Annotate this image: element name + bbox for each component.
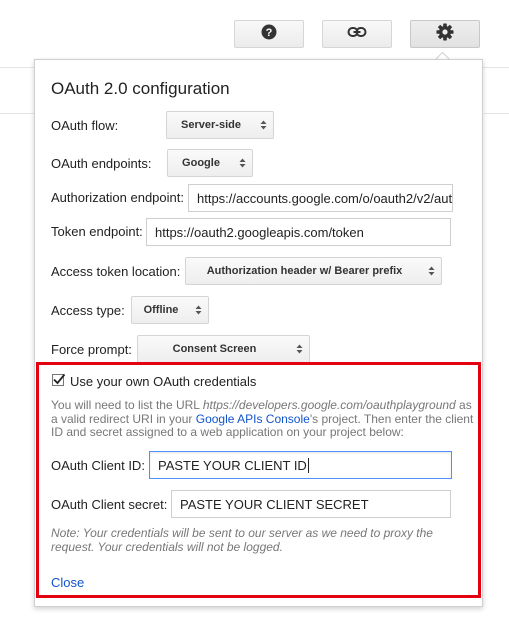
panel-title: OAuth 2.0 configuration — [51, 79, 230, 98]
svg-text:?: ? — [266, 27, 273, 39]
settings-button[interactable] — [410, 20, 480, 48]
client-id-label: OAuth Client ID: — [51, 458, 145, 473]
access-token-location-select[interactable]: Authorization header w/ Bearer prefix — [185, 257, 442, 285]
access-token-location-value: Authorization header w/ Bearer prefix — [206, 265, 403, 277]
token-endpoint-input[interactable]: https://oauth2.googleapis.com/token — [146, 218, 451, 246]
access-token-location-label: Access token location: — [51, 264, 181, 279]
gear-icon — [436, 23, 454, 46]
google-apis-console-link[interactable]: Google APIs Console — [196, 412, 310, 426]
help-text-prefix: You will need to list the URL — [51, 398, 203, 412]
use-own-credentials-checkbox[interactable] — [52, 373, 66, 386]
access-type-select[interactable]: Offline — [131, 296, 209, 324]
client-secret-label: OAuth Client secret: — [51, 497, 168, 512]
select-arrows-icon — [428, 266, 435, 276]
select-arrows-icon — [296, 344, 303, 354]
oauth-flow-label: OAuth flow: — [51, 118, 119, 133]
client-id-input[interactable]: PASTE YOUR CLIENT ID — [149, 451, 452, 479]
authorization-endpoint-input[interactable]: https://accounts.google.com/o/oauth2/v2/… — [188, 184, 453, 212]
token-endpoint-value: https://oauth2.googleapis.com/token — [155, 224, 364, 240]
select-arrows-icon — [260, 120, 267, 130]
oauth-endpoints-select[interactable]: Google — [167, 149, 253, 177]
checkmark-icon — [53, 373, 66, 385]
content-divider-right — [484, 113, 509, 114]
oauth-flow-select[interactable]: Server-side — [166, 111, 274, 139]
access-type-label: Access type: — [51, 303, 125, 318]
select-arrows-icon — [239, 158, 246, 168]
oauth-flow-value: Server-side — [181, 119, 241, 131]
force-prompt-value: Consent Screen — [172, 343, 257, 355]
client-id-value: PASTE YOUR CLIENT ID — [158, 457, 307, 473]
client-secret-input[interactable]: PASTE YOUR CLIENT SECRET — [171, 490, 451, 518]
help-icon: ? — [261, 24, 277, 45]
access-type-value: Offline — [143, 304, 179, 316]
link-icon — [347, 25, 367, 43]
redirect-uri-help-text: You will need to list the URL https://de… — [51, 398, 475, 440]
authorization-endpoint-value: https://accounts.google.com/o/oauth2/v2/… — [197, 190, 453, 206]
authorization-endpoint-label: Authorization endpoint: — [51, 190, 184, 205]
force-prompt-select[interactable]: Consent Screen — [137, 335, 310, 363]
help-button[interactable]: ? — [234, 20, 304, 48]
oauth-endpoints-value: Google — [182, 157, 220, 169]
close-link[interactable]: Close — [51, 575, 84, 590]
content-divider-left — [0, 113, 34, 114]
oauth-endpoints-label: OAuth endpoints: — [51, 156, 152, 171]
force-prompt-label: Force prompt: — [51, 342, 132, 357]
link-button[interactable] — [322, 20, 392, 48]
oauth-config-panel: OAuth 2.0 configuration OAuth flow: Serv… — [34, 59, 483, 607]
select-arrows-icon — [195, 305, 202, 315]
redirect-url: https://developers.google.com/oauthplayg… — [202, 398, 456, 412]
text-cursor — [307, 457, 309, 473]
token-endpoint-label: Token endpoint: — [51, 224, 143, 239]
use-own-credentials-label: Use your own OAuth credentials — [70, 374, 257, 389]
client-secret-value: PASTE YOUR CLIENT SECRET — [180, 496, 369, 512]
credentials-note: Note: Your credentials will be sent to o… — [51, 526, 433, 554]
